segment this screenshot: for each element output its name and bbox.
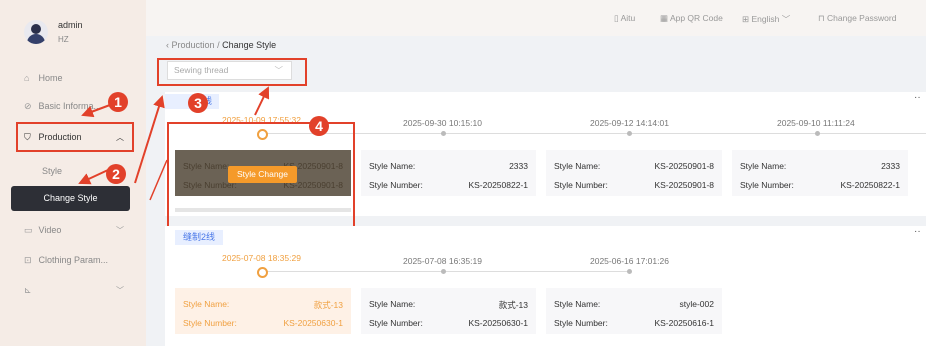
step-badge: 1 (108, 92, 128, 112)
annotation-arrows (78, 86, 270, 201)
step-badge: 4 (309, 116, 329, 136)
step-badge: 3 (188, 93, 208, 113)
step-badge: 2 (106, 164, 126, 184)
